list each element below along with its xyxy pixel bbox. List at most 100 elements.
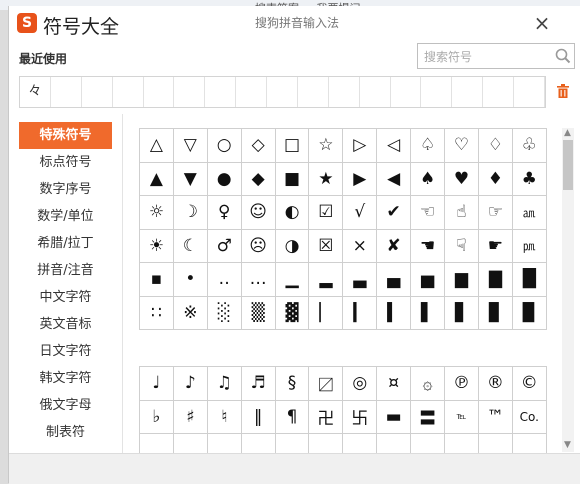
symbol-cell[interactable]: ☹ (241, 229, 276, 263)
recent-symbol-cell[interactable] (452, 77, 484, 107)
symbol-cell[interactable]: ☑ (309, 196, 344, 230)
symbol-cell[interactable]: 〼 (309, 367, 344, 401)
sidebar-item-10[interactable]: 俄文字母 (19, 392, 112, 419)
symbol-cell[interactable]: ◁ (377, 129, 412, 163)
symbol-cell[interactable]: ▉ (512, 296, 547, 330)
symbol-cell[interactable]: ░ (207, 296, 242, 330)
symbol-cell[interactable]: ▄ (377, 263, 412, 297)
symbol-cell[interactable]: ▋ (445, 296, 479, 330)
symbol-cell[interactable]: ☛ (478, 229, 513, 263)
search-box[interactable] (417, 43, 575, 69)
symbol-cell[interactable]: ▆ (445, 263, 479, 297)
recent-symbol-cell[interactable] (360, 77, 391, 107)
recent-symbol-cell[interactable] (205, 77, 237, 107)
sidebar-item-2[interactable]: 数字序号 (19, 176, 112, 203)
symbol-cell[interactable] (276, 434, 310, 453)
symbol-cell[interactable]: ▬ (377, 400, 412, 434)
symbol-cell[interactable]: ▓ (275, 296, 310, 330)
symbol-cell[interactable]: ♥ (445, 162, 479, 196)
symbol-cell[interactable]: ♫ (207, 367, 242, 401)
symbol-cell[interactable]: ■ (275, 162, 310, 196)
recent-symbol-cell[interactable] (298, 77, 329, 107)
symbol-cell[interactable]: ♤ (411, 129, 446, 163)
symbol-cell[interactable]: ◑ (275, 229, 310, 263)
symbol-cell[interactable]: ♬ (241, 367, 276, 401)
recent-symbol-cell[interactable] (174, 77, 206, 107)
symbol-cell[interactable]: ✔ (377, 196, 412, 230)
symbol-cell[interactable]: ▇ (478, 263, 513, 297)
symbol-cell[interactable]: ♪ (173, 367, 208, 401)
sidebar-item-6[interactable]: 中文字符 (19, 284, 112, 311)
symbol-cell[interactable]: ™ (478, 400, 513, 434)
symbol-cell[interactable]: ® (478, 367, 513, 401)
symbol-cell[interactable]: ♯ (173, 400, 208, 434)
recent-symbol-cell[interactable] (144, 77, 175, 107)
symbol-cell[interactable] (445, 434, 479, 453)
symbol-cell[interactable]: ◀ (377, 162, 412, 196)
sidebar-item-5[interactable]: 拼音/注音 (19, 257, 112, 284)
sidebar-item-8[interactable]: 日文字符 (19, 338, 112, 365)
symbol-cell[interactable]: ☜ (411, 196, 446, 230)
symbol-cell[interactable] (242, 434, 276, 453)
symbol-cell[interactable]: ☾ (173, 229, 208, 263)
symbol-cell[interactable]: Co. (512, 400, 547, 434)
symbol-cell[interactable]: ▂ (309, 263, 344, 297)
trash-icon[interactable] (557, 84, 569, 98)
symbol-cell[interactable]: ▽ (173, 129, 208, 163)
symbol-cell[interactable]: ♮ (207, 400, 242, 434)
sidebar-item-9[interactable]: 韩文字符 (19, 365, 112, 392)
symbol-cell[interactable]: ☞ (478, 196, 513, 230)
search-icon[interactable] (554, 47, 572, 65)
symbol-cell[interactable]: ✘ (377, 229, 412, 263)
symbol-cell[interactable]: █ (512, 263, 547, 297)
sidebar-item-1[interactable]: 标点符号 (19, 149, 112, 176)
symbol-cell[interactable]: ♦ (478, 162, 513, 196)
symbol-cell[interactable]: ▌ (411, 296, 446, 330)
recent-symbol-cell[interactable]: 々 (20, 77, 51, 107)
symbol-cell[interactable]: ▎ (343, 296, 378, 330)
symbol-cell[interactable]: ℗ (445, 367, 479, 401)
symbol-cell[interactable]: © (512, 367, 547, 401)
symbol-cell[interactable]: ▊ (478, 296, 513, 330)
search-input[interactable] (422, 47, 551, 67)
recent-symbol-cell[interactable] (514, 77, 545, 107)
symbol-cell[interactable] (411, 434, 446, 453)
symbol-cell[interactable]: ℡ (445, 400, 479, 434)
symbol-cell[interactable]: ㏘ (512, 229, 547, 263)
symbol-cell[interactable]: ☝ (445, 196, 479, 230)
recent-symbol-cell[interactable] (82, 77, 113, 107)
symbol-cell[interactable]: △ (140, 129, 174, 163)
symbol-cell[interactable]: ◎ (343, 367, 378, 401)
symbol-cell[interactable]: ♩ (140, 367, 174, 401)
scroll-up-arrow-icon[interactable]: ▲ (564, 128, 571, 138)
recent-symbol-cell[interactable] (391, 77, 422, 107)
symbol-cell[interactable]: 卐 (343, 400, 378, 434)
scrollbar[interactable]: ▲ ▼ (562, 128, 574, 452)
symbol-cell[interactable]: ♡ (445, 129, 479, 163)
symbol-cell[interactable] (377, 434, 412, 453)
symbol-cell[interactable]: … (241, 263, 276, 297)
symbol-cell[interactable]: ♂ (207, 229, 242, 263)
symbol-cell[interactable]: ▷ (343, 129, 378, 163)
symbol-cell[interactable] (479, 434, 513, 453)
close-button[interactable]: × (529, 10, 555, 36)
symbol-cell[interactable]: ♠ (411, 162, 446, 196)
sidebar-item-0[interactable]: 特殊符号 (19, 122, 112, 149)
symbol-cell[interactable] (140, 434, 174, 453)
symbol-cell[interactable]: ★ (309, 162, 344, 196)
symbol-cell[interactable]: ♢ (478, 129, 513, 163)
recent-symbol-cell[interactable] (329, 77, 360, 107)
symbol-cell[interactable]: ㏂ (512, 196, 547, 230)
symbol-cell[interactable]: ▃ (343, 263, 378, 297)
symbol-cell[interactable]: ○ (207, 129, 242, 163)
symbol-cell[interactable]: ▒ (241, 296, 276, 330)
scroll-down-arrow-icon[interactable]: ▼ (564, 440, 571, 450)
symbol-cell[interactable] (174, 434, 208, 453)
symbol-cell[interactable]: ♣ (512, 162, 547, 196)
symbol-cell[interactable]: ◇ (241, 129, 276, 163)
symbol-cell[interactable]: ♭ (140, 400, 174, 434)
title-bar[interactable]: S 符号大全 搜狗拼音输入法 × (9, 6, 580, 40)
symbol-cell[interactable]: ▪ (140, 263, 174, 297)
symbol-cell[interactable]: ۞ (411, 367, 446, 401)
symbol-cell[interactable] (343, 434, 378, 453)
